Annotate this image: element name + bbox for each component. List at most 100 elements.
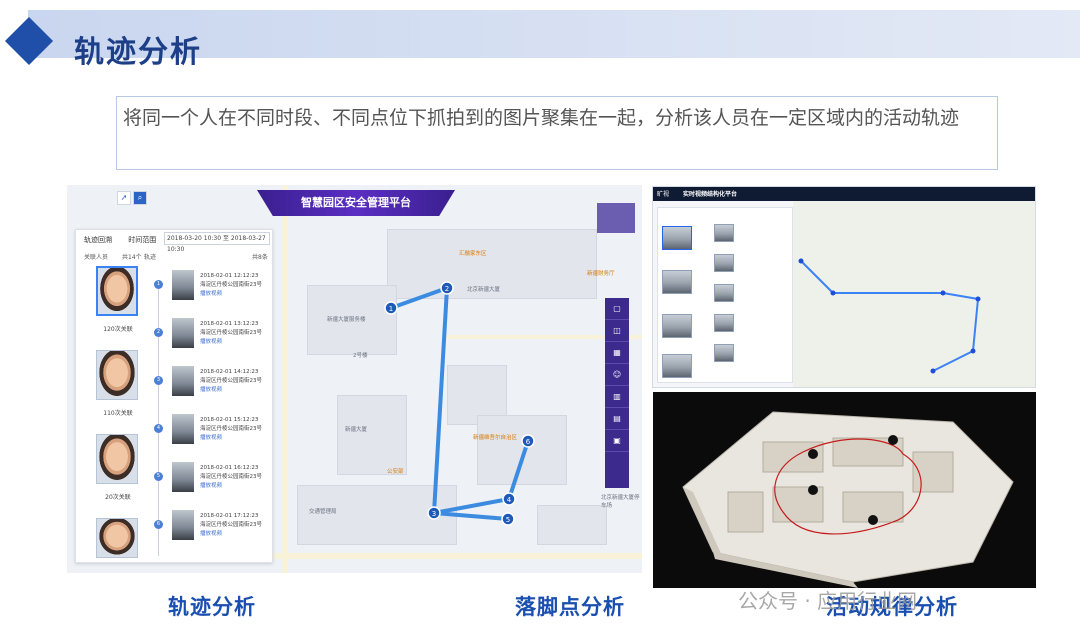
entry-address: 海淀区丹棱公园南街23号	[200, 426, 262, 432]
route-line	[390, 285, 530, 516]
timeline-dot: 6	[154, 520, 163, 529]
timeline-dot: 4	[154, 424, 163, 433]
time-range-input[interactable]: 2018-03-20 10:30 至 2018-03-27 10:30	[164, 232, 270, 253]
entry-address: 海淀区丹棱公园南街23号	[200, 522, 262, 528]
entry-time: 2018-02-01 13:12:23	[200, 321, 259, 327]
vehicle-thumb[interactable]	[662, 270, 692, 294]
description-box: 将同一个人在不同时段、不同点位下抓拍到的图片聚集在一起，分析该人员在一定区域内的…	[116, 96, 998, 170]
entry-address: 海淀区丹棱公园南街23号	[200, 282, 262, 288]
person-caption: 20次关联	[105, 494, 131, 501]
entry-address: 海淀区丹棱公园南街23号	[200, 378, 262, 384]
extra-icon[interactable]: ▣	[605, 430, 629, 452]
page-title: 轨迹分析	[74, 35, 202, 70]
p2-map[interactable]	[793, 201, 1035, 387]
brand-label: 旷视	[657, 191, 670, 198]
timeline-entry: 2018-02-01 13:12:23 海淀区丹棱公园南街23号播放视频	[200, 320, 270, 347]
route-point-label: 2	[445, 285, 449, 293]
track-analysis-panel: 汇融家东区 北京新疆大厦 新疆大厦服务楼 新疆财务厅 新疆维吾尔自治区 新疆大厦…	[67, 185, 642, 573]
related-label: 关联人员	[84, 254, 109, 261]
tab-trajectory[interactable]: 轨迹回溯	[84, 236, 112, 244]
person-caption: 110次关联	[103, 410, 133, 417]
play-video-link[interactable]: 播放视频	[200, 482, 270, 491]
entry-time: 2018-02-01 16:12:23	[200, 465, 259, 471]
vehicle-thumb[interactable]	[714, 344, 734, 362]
person-caption: 120次关联	[103, 326, 133, 333]
p2-route-point	[940, 290, 946, 296]
timeline-dot: 2	[154, 328, 163, 337]
track-label: 轨迹	[144, 254, 157, 261]
capture-thumbnail[interactable]	[172, 270, 194, 300]
p2-route-line	[800, 260, 980, 372]
vehicle-list	[657, 207, 793, 383]
entry-time: 2018-02-01 14:12:23	[200, 369, 259, 375]
vehicle-thumb[interactable]	[662, 314, 692, 338]
p2-route-point	[798, 258, 804, 264]
route-line	[433, 511, 509, 521]
entry-time: 2018-02-01 17:12:23	[200, 513, 259, 519]
capture-thumbnail[interactable]	[172, 414, 194, 444]
route-point-label: 5	[506, 516, 510, 524]
caption-footfall: 落脚点分析	[515, 595, 625, 619]
timeline-dot: 1	[154, 280, 163, 289]
timeline-entry: 2018-02-01 15:12:23 海淀区丹棱公园南街23号播放视频	[200, 416, 270, 443]
timeline-entry: 2018-02-01 16:12:23 海淀区丹棱公园南街23号 播放视频	[200, 464, 270, 491]
capture-thumbnail[interactable]	[172, 510, 194, 540]
route-point-label: 4	[507, 496, 512, 504]
header-band: 轨迹分析	[4, 10, 1080, 70]
map-side-toolbar: ▢ ◫ ▦ ☺ ▥ ▤ ▣	[605, 298, 629, 488]
p2-route-point	[970, 348, 976, 354]
p2-title-bar: 旷视 实时视频结构化平台	[653, 187, 1035, 201]
vehicle-thumb[interactable]	[662, 226, 692, 250]
map-tool-buttons[interactable]	[597, 203, 635, 233]
route-point-label: 6	[526, 438, 531, 446]
play-video-link[interactable]: 播放视频	[200, 434, 270, 443]
entry-address: 海淀区丹棱公园南街23号	[200, 330, 262, 336]
timeline-entry: 2018-02-01 14:12:23 海淀区丹棱公园南街23号播放视频	[200, 368, 270, 395]
entry-time: 2018-02-01 12:12:23	[200, 273, 259, 279]
locate-icon[interactable]: ➚	[117, 191, 131, 205]
route-point-label: 3	[432, 510, 436, 518]
p2-route-point	[830, 290, 836, 296]
floor-plan-3d	[682, 411, 1014, 588]
p2-title: 实时视频结构化平台	[683, 191, 738, 198]
side-tabs: 轨迹回溯 时间范围	[84, 235, 170, 245]
person-photo[interactable]	[96, 518, 138, 558]
play-video-link[interactable]: 播放视频	[200, 386, 270, 395]
timeline-line	[158, 280, 159, 556]
vehicle-thumb[interactable]	[714, 224, 734, 242]
chart-icon[interactable]: ▥	[605, 386, 629, 408]
layer-icon[interactable]: ▤	[605, 408, 629, 430]
person-photo[interactable]	[96, 350, 138, 400]
timeline-dot: 5	[154, 472, 163, 481]
person-icon[interactable]: ☺	[605, 364, 629, 386]
platform-title-bar: 智慧园区安全管理平台	[257, 190, 455, 216]
grid-icon[interactable]: ▦	[605, 342, 629, 364]
vehicle-thumb[interactable]	[662, 354, 692, 378]
watermark: 公众号 · 应用行业网	[738, 589, 918, 613]
search-icon[interactable]: ⌕	[133, 191, 147, 205]
capture-thumbnail[interactable]	[172, 318, 194, 348]
capture-thumbnail[interactable]	[172, 462, 194, 492]
activity-pattern-panel	[653, 392, 1036, 588]
diamond-icon	[4, 16, 54, 66]
chat-icon[interactable]: ▢	[605, 298, 629, 320]
route-point-label: 1	[389, 305, 393, 313]
timeline-dot: 3	[154, 376, 163, 385]
capture-thumbnail[interactable]	[172, 366, 194, 396]
timeline-entry: 2018-02-01 12:12:23 海淀区丹棱公园南街23号播放视频	[200, 272, 270, 299]
time-range-label: 时间范围	[128, 236, 157, 244]
p2-route-point	[930, 368, 936, 374]
entry-time: 2018-02-01 15:12:23	[200, 417, 259, 423]
person-photo[interactable]	[96, 434, 138, 484]
play-video-link[interactable]: 播放视频	[200, 530, 270, 539]
vehicle-thumb[interactable]	[714, 284, 734, 302]
face-icon[interactable]: ◫	[605, 320, 629, 342]
play-video-link[interactable]: 播放视频	[200, 290, 270, 299]
person-photo[interactable]	[96, 266, 138, 316]
timeline-entry: 2018-02-01 17:12:23 海淀区丹棱公园南街23号播放视频	[200, 512, 270, 539]
vehicle-thumb[interactable]	[714, 314, 734, 332]
related-total: 共14个	[122, 254, 142, 261]
p2-route-overlay	[798, 258, 981, 374]
vehicle-thumb[interactable]	[714, 254, 734, 272]
play-video-link[interactable]: 播放视频	[200, 338, 270, 347]
